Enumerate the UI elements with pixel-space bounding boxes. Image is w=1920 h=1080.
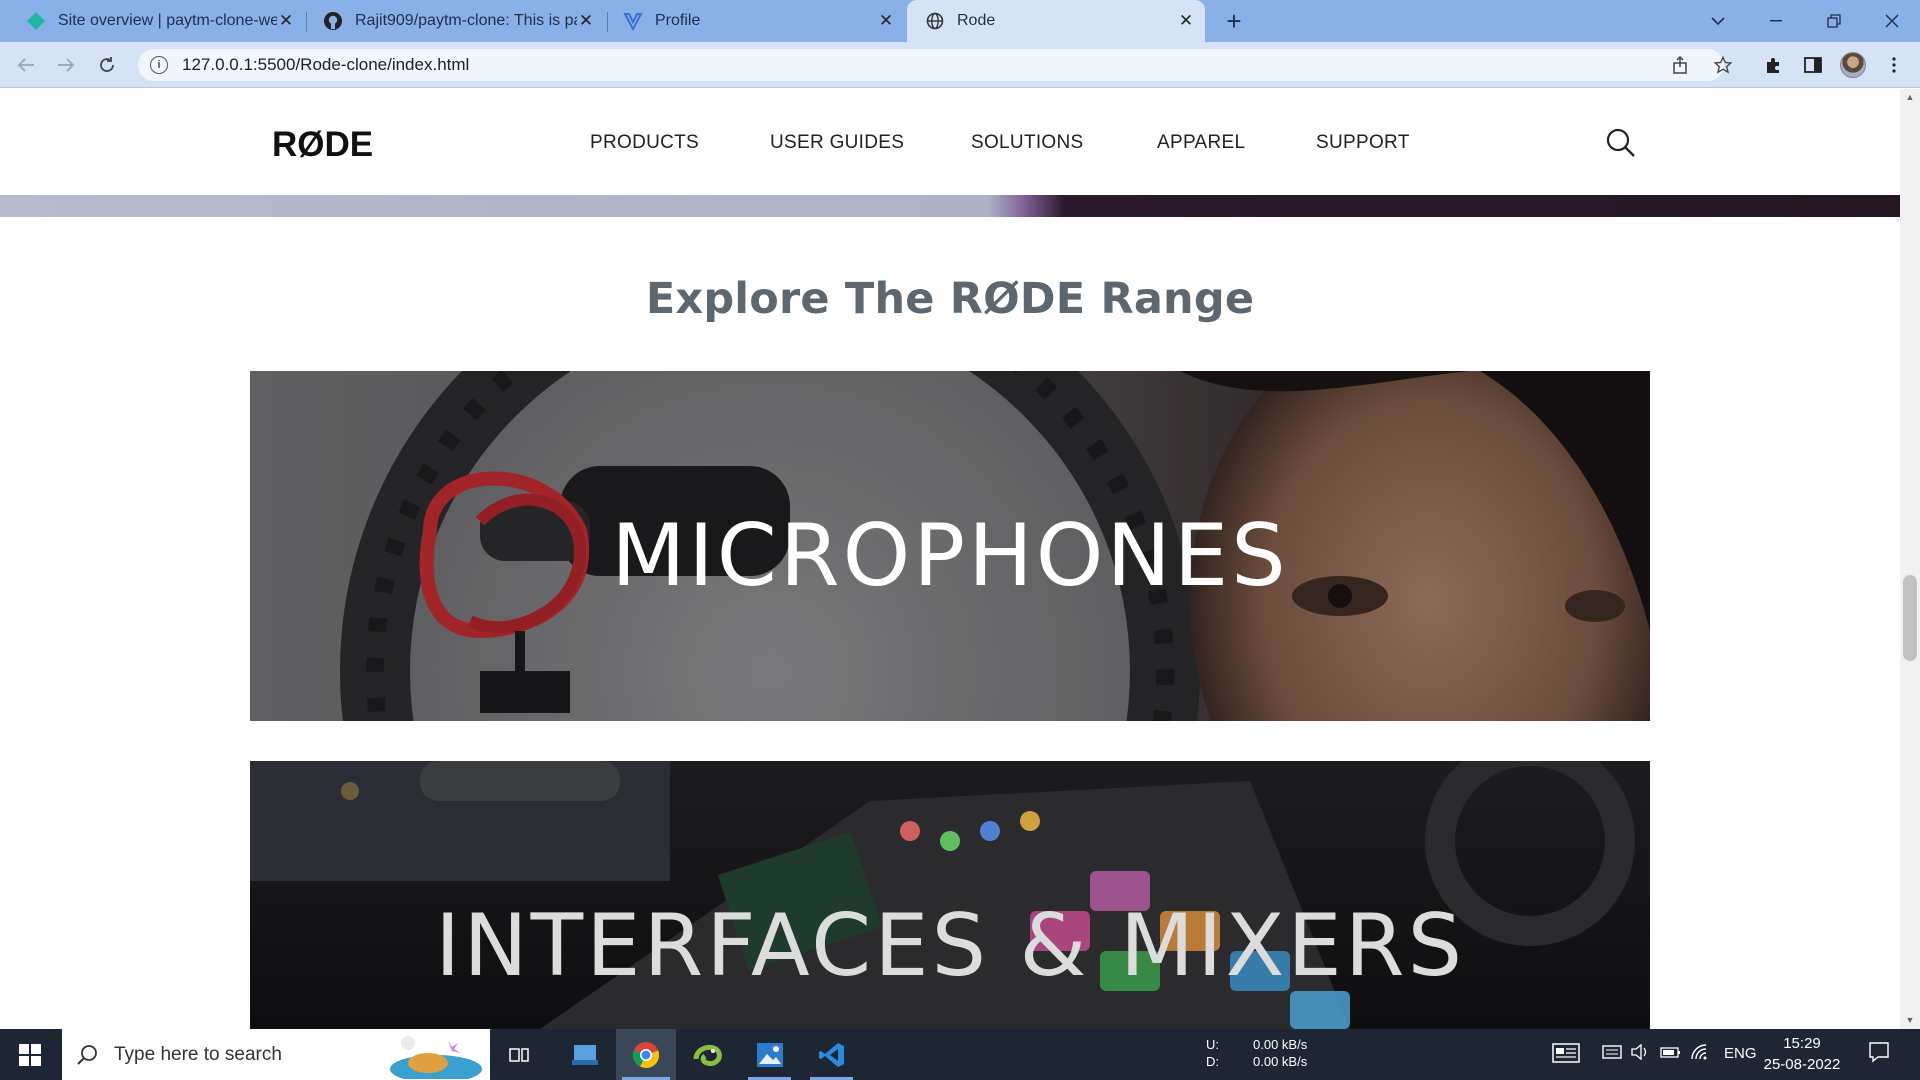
card-label-interfaces-mixers: INTERFACES & MIXERS — [434, 896, 1466, 996]
menu-kebab-icon[interactable] — [1880, 51, 1908, 79]
back-arrow-icon[interactable] — [12, 51, 40, 79]
close-icon[interactable]: ✕ — [1177, 11, 1195, 30]
tab-title: Profile — [655, 12, 701, 29]
notification-icon[interactable] — [1868, 1041, 1890, 1067]
tab-title: Rajit909/paytm-clone: This is pay — [355, 12, 577, 29]
browser-tab-strip: Site overview | paytm-clone-web ✕ Rajit9… — [0, 0, 1920, 42]
taskbar-search-box[interactable]: Type here to search — [62, 1029, 490, 1080]
net-upload-speed: 0.00 kB/s — [1253, 1037, 1308, 1052]
taskbar-clock[interactable]: 15:29 25-08-2022 — [1762, 1033, 1842, 1075]
windows-start-icon[interactable] — [0, 1029, 60, 1080]
close-icon[interactable]: ✕ — [877, 11, 895, 30]
tab-title: Site overview | paytm-clone-web — [58, 12, 277, 29]
tab-profile[interactable]: Profile ✕ — [605, 0, 905, 42]
browser-toolbar: i 127.0.0.1:5500/Rode-clone/index.html — [0, 42, 1920, 88]
task-view-icon[interactable] — [500, 1029, 540, 1080]
forward-arrow-icon[interactable] — [52, 51, 80, 79]
nav-user-guides[interactable]: USER GUIDES — [770, 132, 904, 154]
wifi-icon[interactable] — [1690, 1043, 1712, 1065]
address-bar[interactable]: i 127.0.0.1:5500/Rode-clone/index.html — [138, 49, 1724, 81]
minimize-button[interactable] — [1748, 0, 1804, 42]
close-icon[interactable]: ✕ — [277, 11, 295, 30]
file-explorer-icon[interactable] — [560, 1029, 610, 1080]
bookmark-star-icon[interactable] — [1709, 51, 1737, 79]
tab-netlify[interactable]: Site overview | paytm-clone-web ✕ — [0, 0, 305, 42]
scroll-up-arrow-icon[interactable]: ▲ — [1900, 90, 1920, 104]
battery-icon[interactable] — [1660, 1043, 1682, 1065]
photos-app-icon[interactable] — [742, 1029, 797, 1080]
search-highlight-illustration — [388, 1033, 488, 1080]
site-header: RØDE PRODUCTS USER GUIDES SOLUTIONS APPA… — [0, 89, 1900, 195]
vscode-icon[interactable] — [804, 1029, 859, 1080]
nav-apparel[interactable]: APPAREL — [1157, 132, 1245, 154]
restore-button[interactable] — [1806, 0, 1862, 42]
chrome-taskbar-icon[interactable] — [616, 1029, 676, 1080]
netlify-icon — [26, 11, 46, 31]
close-icon[interactable]: ✕ — [577, 11, 595, 30]
nav-support[interactable]: SUPPORT — [1316, 132, 1410, 154]
tab-github[interactable]: Rajit909/paytm-clone: This is pay ✕ — [305, 0, 605, 42]
scroll-down-arrow-icon[interactable]: ▼ — [1900, 1013, 1920, 1027]
page-viewport: RØDE PRODUCTS USER GUIDES SOLUTIONS APPA… — [0, 89, 1900, 1029]
clock-time: 15:29 — [1783, 1035, 1821, 1052]
reload-icon[interactable] — [93, 51, 121, 79]
category-card-interfaces-mixers[interactable]: INTERFACES & MIXERS — [250, 761, 1650, 1029]
scrollbar-thumb[interactable] — [1903, 575, 1917, 661]
page-scrollbar[interactable] — [1900, 89, 1920, 1029]
tab-search-chevron-icon[interactable] — [1690, 0, 1746, 42]
nav-products[interactable]: PRODUCTS — [590, 132, 699, 154]
rode-logo[interactable]: RØDE — [272, 125, 373, 165]
net-speeds: 0.00 kB/s 0.00 kB/s — [1253, 1036, 1307, 1070]
extensions-puzzle-icon[interactable] — [1759, 51, 1787, 79]
profile-avatar[interactable] — [1840, 52, 1866, 78]
language-indicator[interactable]: ENG — [1724, 1045, 1757, 1062]
net-download-speed: 0.00 kB/s — [1253, 1054, 1308, 1069]
share-icon[interactable] — [1667, 51, 1695, 79]
net-download-label: D: — [1206, 1054, 1219, 1069]
clock-date: 25-08-2022 — [1763, 1056, 1841, 1073]
taskbar-search-placeholder: Type here to search — [114, 1043, 282, 1065]
category-card-microphones[interactable]: MICROPHONES — [250, 371, 1650, 721]
net-labels: U: D: — [1206, 1036, 1219, 1070]
section-title: Explore The RØDE Range — [645, 274, 1255, 324]
hero-banner-bottom — [0, 195, 1900, 217]
tab-rode[interactable]: Rode ✕ — [907, 0, 1205, 42]
globe-icon — [925, 11, 945, 31]
search-icon — [76, 1044, 98, 1066]
card-label-microphones: MICROPHONES — [611, 506, 1289, 606]
github-icon — [323, 11, 343, 31]
nav-solutions[interactable]: SOLUTIONS — [971, 132, 1084, 154]
tab-title: Rode — [957, 12, 996, 29]
chameleon-app-icon[interactable] — [680, 1029, 735, 1080]
keyboard-icon[interactable] — [1602, 1043, 1622, 1065]
speaker-icon[interactable] — [1630, 1043, 1650, 1065]
site-info-icon[interactable]: i — [150, 56, 168, 74]
url-text[interactable]: 127.0.0.1:5500/Rode-clone/index.html — [182, 55, 469, 75]
news-widget-icon[interactable] — [1552, 1043, 1580, 1067]
net-upload-label: U: — [1206, 1037, 1219, 1052]
close-window-button[interactable] — [1864, 0, 1920, 42]
new-tab-button[interactable]: + — [1221, 6, 1247, 36]
side-panel-icon[interactable] — [1799, 51, 1827, 79]
search-icon[interactable] — [1605, 127, 1637, 159]
vite-icon — [623, 11, 643, 31]
